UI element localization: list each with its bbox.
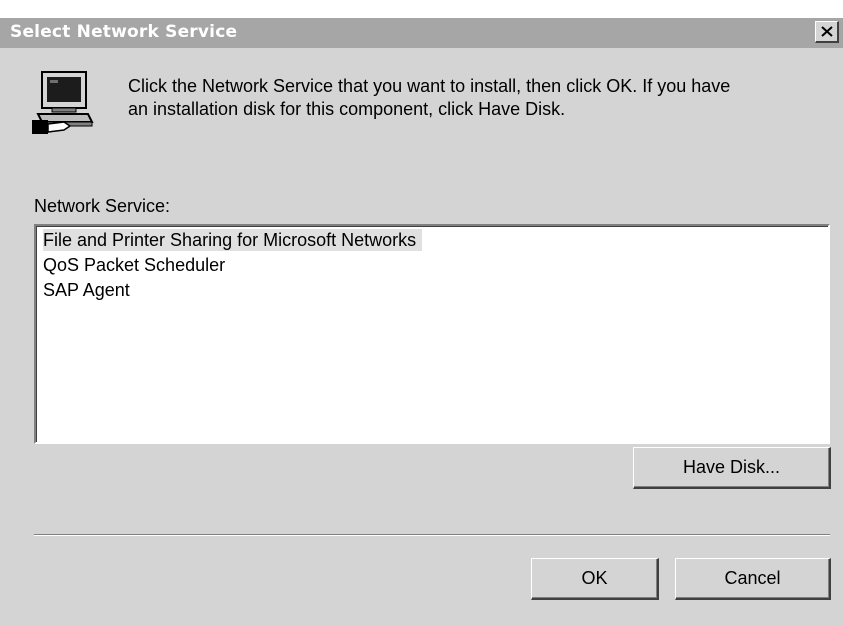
- list-item-file-printer-sharing[interactable]: File and Printer Sharing for Microsoft N…: [43, 229, 423, 251]
- have-disk-button[interactable]: Have Disk...: [633, 447, 831, 489]
- instruction-text: Click the Network Service that you want …: [128, 75, 828, 121]
- list-item-sap-agent[interactable]: SAP Agent: [43, 279, 136, 301]
- computer-install-icon: [32, 71, 94, 134]
- select-network-service-dialog: Select Network Service Click the Network…: [0, 18, 843, 625]
- network-service-listbox[interactable]: File and Printer Sharing for Microsoft N…: [34, 224, 830, 444]
- title-bar[interactable]: Select Network Service: [0, 18, 843, 48]
- separator-line: [34, 534, 830, 536]
- instruction-line-1: Click the Network Service that you want …: [128, 76, 731, 96]
- list-item-qos-packet-scheduler[interactable]: QoS Packet Scheduler: [43, 254, 231, 276]
- ok-button[interactable]: OK: [531, 558, 659, 600]
- cancel-button[interactable]: Cancel: [675, 558, 831, 600]
- instruction-line-2: an installation disk for this component,…: [128, 99, 566, 119]
- close-x-icon: [820, 26, 833, 37]
- network-service-label: Network Service:: [34, 196, 171, 216]
- window-title: Select Network Service: [10, 22, 238, 42]
- close-button[interactable]: [815, 21, 839, 43]
